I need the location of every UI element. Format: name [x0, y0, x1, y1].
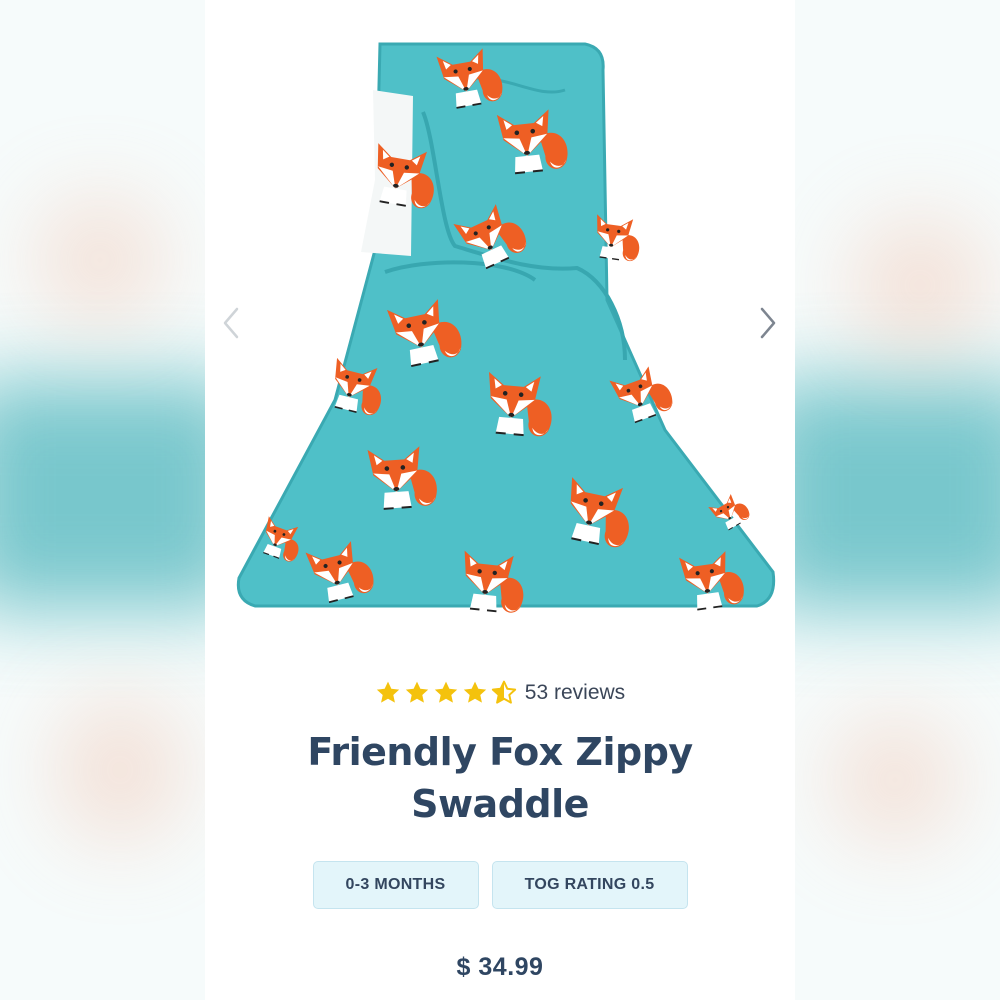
- star-icon: [463, 681, 486, 703]
- right-blur-backdrop: [795, 0, 1000, 1000]
- star-icon: [405, 681, 428, 703]
- gallery-prev-button[interactable]: [213, 303, 249, 343]
- product-title: Friendly Fox Zippy Swaddle: [205, 726, 795, 830]
- product-gallery[interactable]: [205, 0, 795, 640]
- star-icon: [434, 681, 457, 703]
- product-badges: 0-3 MONTHS TOG RATING 0.5: [205, 861, 795, 909]
- chevron-left-icon: [223, 307, 239, 339]
- chevron-right-icon: [760, 307, 776, 339]
- half-star-icon: [491, 680, 516, 704]
- star-icon: [376, 681, 399, 703]
- product-title-line-2: Swaddle: [411, 782, 589, 826]
- rating-summary[interactable]: 53 reviews: [205, 680, 795, 706]
- product-title-line-1: Friendly Fox Zippy: [307, 730, 693, 774]
- product-card: 53 reviews Friendly Fox Zippy Swaddle 0-…: [205, 0, 795, 1000]
- gallery-next-button[interactable]: [750, 303, 786, 343]
- swaddle-product-photo: [236, 42, 776, 615]
- product-price: $ 34.99: [456, 953, 544, 981]
- size-badge[interactable]: 0-3 MONTHS: [312, 861, 479, 909]
- star-rating: [375, 680, 517, 706]
- left-blur-backdrop: [0, 0, 205, 1000]
- tog-rating-badge[interactable]: TOG RATING 0.5: [491, 861, 688, 909]
- reviews-count-link[interactable]: 53 reviews: [525, 681, 625, 705]
